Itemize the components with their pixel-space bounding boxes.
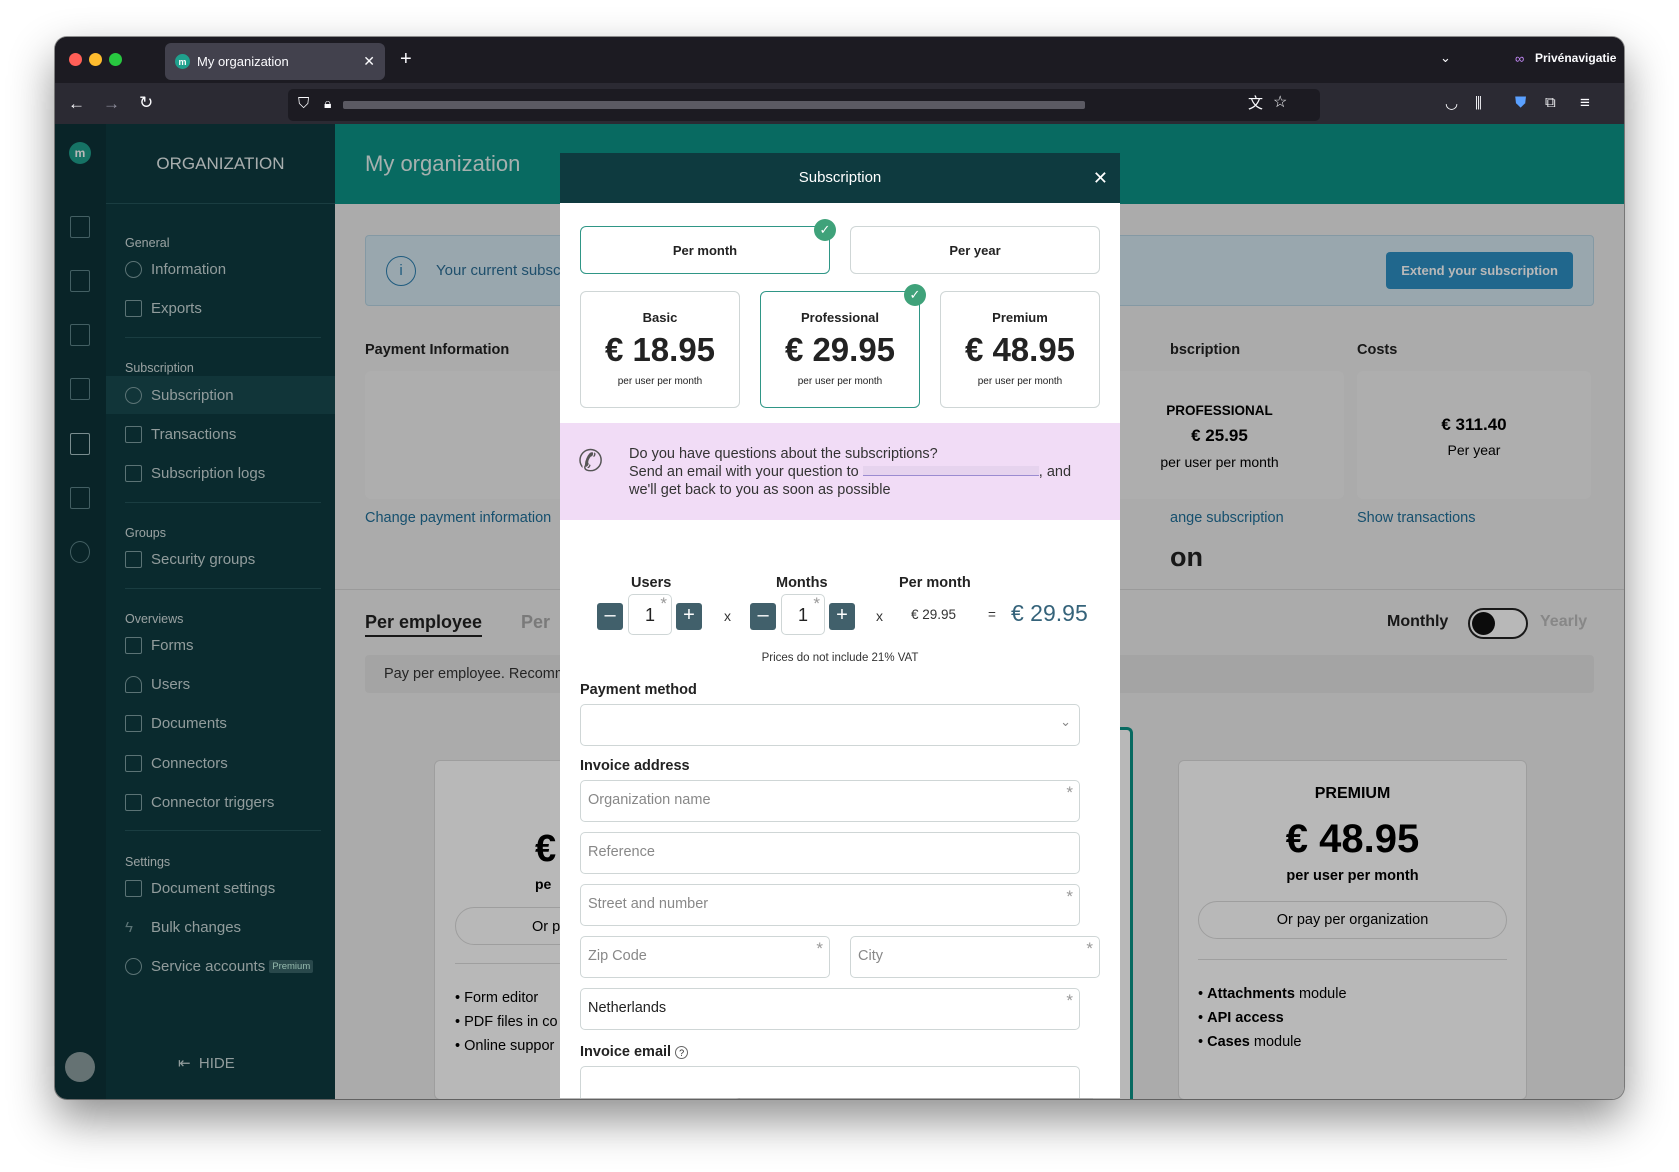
forward-arrow-icon[interactable]: →: [103, 95, 120, 112]
dialog-title: Subscription: [798, 169, 882, 186]
placeholder: Zip Code: [588, 948, 647, 964]
per-month-label: Per month: [899, 575, 971, 591]
period-per-month-option[interactable]: Per month: [580, 226, 830, 274]
equals-sign: =: [988, 607, 996, 622]
new-tab-icon[interactable]: +: [400, 49, 412, 69]
placeholder: Reference: [588, 844, 655, 860]
close-window-button[interactable]: [69, 53, 82, 66]
maximize-window-button[interactable]: [109, 53, 122, 66]
plan-price: € 48.95: [964, 331, 1076, 368]
reference-field[interactable]: Reference: [580, 832, 1080, 874]
times-sign: x: [724, 608, 731, 624]
users-increment-button[interactable]: +: [676, 603, 702, 630]
months-input[interactable]: 1 *: [781, 594, 825, 635]
help-icon[interactable]: ?: [675, 1046, 689, 1059]
months-decrement-button[interactable]: –: [750, 603, 776, 630]
menu-icon[interactable]: ≡: [1580, 94, 1590, 111]
extensions-icon[interactable]: ⧉: [1545, 95, 1556, 110]
plan-unit: per user per month: [977, 376, 1063, 387]
organization-name-field[interactable]: Organization name *: [580, 780, 1080, 822]
info-line-3: we'll get back to you as soon as possibl…: [629, 482, 891, 498]
check-icon: ✓: [814, 219, 836, 241]
plan-basic-option[interactable]: Basic € 18.95 per user per month: [580, 291, 740, 408]
pocket-icon[interactable]: ◡: [1445, 96, 1458, 111]
library-icon[interactable]: ⫼: [1475, 96, 1482, 111]
payment-method-select[interactable]: ⌄: [580, 704, 1080, 746]
info-line-2-text: Send an email with your question to: [629, 464, 859, 480]
country-value: Netherlands: [588, 1000, 667, 1016]
months-increment-button[interactable]: +: [829, 603, 855, 630]
dialog-header: Subscription ✕: [560, 153, 1120, 203]
chevron-down-icon: ⌄: [1060, 714, 1071, 729]
tab-title: My organization: [197, 54, 289, 69]
invoice-email-label: Invoice email ?: [580, 1044, 689, 1060]
required-asterisk: *: [813, 594, 820, 613]
shield-icon[interactable]: ⛉: [298, 96, 309, 111]
street-field[interactable]: Street and number *: [580, 884, 1080, 926]
total-price: € 29.95: [1011, 600, 1088, 626]
navigation-bar: ← → ↻ ⛉ 🔒︎ 文 ☆ ◡ ⫼ ⛊ ⧉ ≡: [55, 83, 1624, 127]
plan-premium-option[interactable]: Premium € 48.95 per user per month: [940, 291, 1100, 408]
users-decrement-button[interactable]: –: [597, 603, 623, 630]
invoice-email-text: Invoice email: [580, 1044, 672, 1060]
invoice-address-label: Invoice address: [580, 758, 690, 774]
plan-unit: per user per month: [797, 376, 883, 387]
browser-tab[interactable]: m My organization ✕: [165, 43, 385, 80]
per-month-value: € 29.95: [911, 607, 957, 622]
tab-bar: m My organization ✕ + ⌄ ∞ Privénavigatie: [55, 37, 1624, 83]
contact-info-box: ✆ Do you have questions about the subscr…: [560, 423, 1120, 520]
lock-icon[interactable]: 🔒︎: [324, 96, 331, 110]
translate-icon[interactable]: 文: [1248, 96, 1263, 111]
payment-method-label: Payment method: [580, 682, 697, 698]
vat-note: Prices do not include 21% VAT: [761, 652, 919, 664]
bookmark-star-icon[interactable]: ☆: [1273, 95, 1287, 111]
city-field[interactable]: City *: [850, 936, 1100, 978]
placeholder: Street and number: [588, 896, 709, 912]
required-asterisk: *: [1066, 991, 1073, 1010]
phone-icon: ✆: [578, 445, 604, 478]
redacted-url: [343, 101, 1085, 109]
subscription-dialog: Subscription ✕ Per month ✓ Per year Basi…: [560, 153, 1120, 1098]
plan-name: Basic: [642, 310, 678, 325]
users-input[interactable]: 1 *: [628, 594, 672, 635]
plan-price: € 18.95: [604, 331, 716, 368]
required-asterisk: *: [1066, 887, 1073, 906]
close-tab-icon[interactable]: ✕: [363, 53, 375, 70]
invoice-email-field[interactable]: [580, 1066, 1080, 1098]
required-asterisk: *: [660, 594, 667, 613]
required-asterisk: *: [1066, 783, 1073, 802]
plan-price: € 29.95: [784, 331, 896, 368]
months-value: 1: [797, 605, 808, 625]
country-field[interactable]: Netherlands *: [580, 988, 1080, 1030]
site-favicon-icon: m: [175, 54, 190, 69]
private-mask-icon: ∞: [1515, 51, 1525, 66]
chevron-down-icon[interactable]: ⌄: [1440, 51, 1451, 64]
back-arrow-icon[interactable]: ←: [68, 95, 85, 112]
plan-name: Premium: [992, 310, 1048, 325]
period-per-year-option[interactable]: Per year: [850, 226, 1100, 274]
plan-unit: per user per month: [617, 376, 703, 387]
times-sign: x: [876, 608, 883, 624]
users-value: 1: [644, 605, 655, 625]
minimize-window-button[interactable]: [89, 53, 102, 66]
placeholder: City: [858, 948, 883, 964]
redacted-email-link[interactable]: [862, 466, 1039, 476]
placeholder: Organization name: [588, 792, 711, 808]
period-year-label: Per year: [949, 242, 1001, 258]
close-dialog-icon[interactable]: ✕: [1093, 153, 1108, 203]
info-line-2-end: , and: [1038, 464, 1072, 480]
address-bar[interactable]: ⛉ 🔒︎ 文 ☆: [288, 89, 1320, 121]
private-browsing-label: Privénavigatie: [1535, 51, 1617, 65]
check-icon: ✓: [904, 284, 926, 306]
zip-code-field[interactable]: Zip Code *: [580, 936, 830, 978]
plan-professional-option[interactable]: Professional € 29.95 per user per month: [760, 291, 920, 408]
required-asterisk: *: [1086, 939, 1093, 958]
reload-icon[interactable]: ↻: [139, 94, 153, 111]
password-manager-icon[interactable]: ⛊: [1515, 95, 1526, 110]
period-month-label: Per month: [672, 242, 738, 258]
info-line-1: Do you have questions about the subscrip…: [629, 446, 938, 462]
required-asterisk: *: [816, 939, 823, 958]
info-line-2: Send an email with your question to , an…: [629, 463, 1100, 481]
plan-name: Professional: [800, 310, 880, 325]
